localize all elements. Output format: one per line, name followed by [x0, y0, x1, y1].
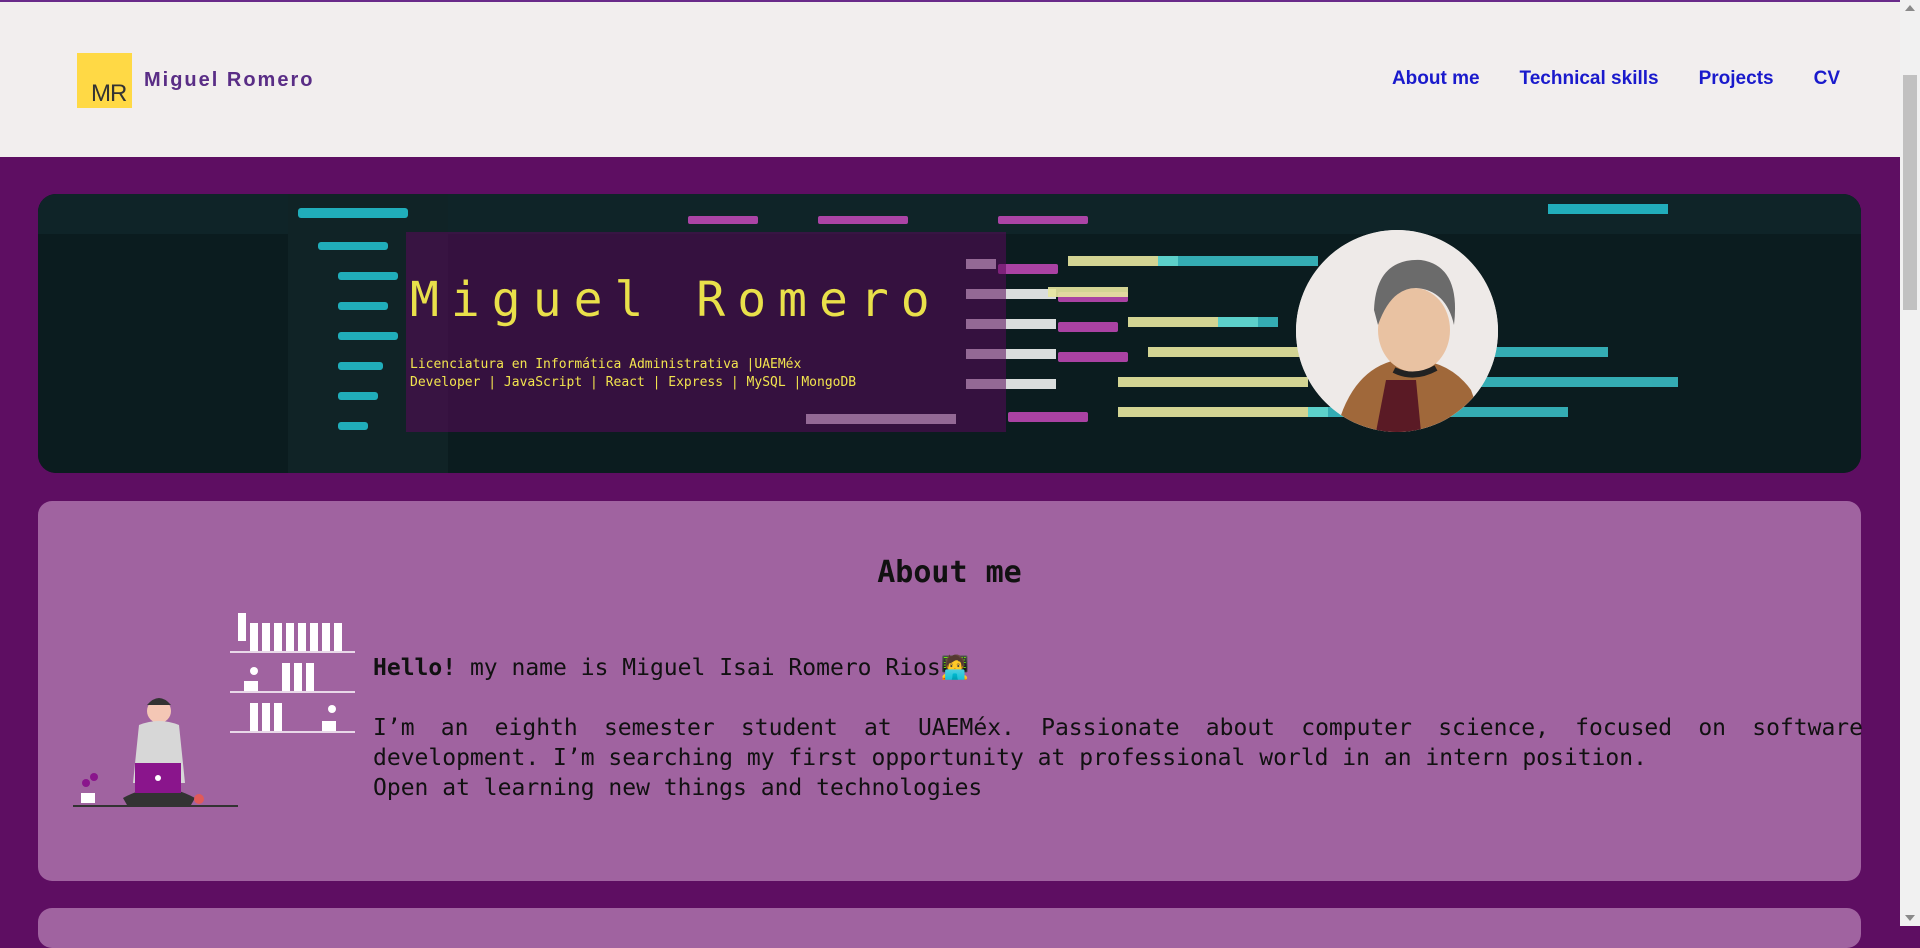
nav-link-cv[interactable]: CV: [1814, 68, 1840, 90]
intro-text: my name is Miguel Isai Romero Rios🧑‍💻: [456, 655, 970, 681]
profile-photo-icon: [1296, 230, 1498, 432]
about-me-title: About me: [877, 555, 1022, 590]
hero-subtitle-line-1: Licenciatura en Informática Administrati…: [410, 357, 802, 372]
intro-line: Hello! my name is Miguel Isai Romero Rio…: [373, 653, 1863, 683]
scroll-up-arrow-icon[interactable]: [1905, 5, 1915, 11]
logo: MR: [77, 53, 132, 108]
about-me-section: About me Hello! my name is Miguel Isai R…: [38, 501, 1863, 881]
logo-text: MR: [91, 80, 127, 107]
scroll-down-arrow-icon[interactable]: [1905, 915, 1915, 921]
about-paragraph: I’m an eighth semester student at UAEMéx…: [373, 715, 1863, 771]
brand[interactable]: MR Miguel Romero: [77, 53, 314, 108]
nav-link-about-me[interactable]: About me: [1392, 68, 1480, 90]
student-laptop-illustration: [73, 613, 246, 807]
hero-banner: Miguel Romero Licenciatura en Informátic…: [38, 194, 1861, 473]
scrollbar-thumb[interactable]: [1903, 75, 1917, 310]
profile-avatar: [1296, 230, 1498, 432]
nav-links: About me Technical skills Projects CV: [1392, 68, 1840, 90]
nav-link-projects[interactable]: Projects: [1699, 68, 1774, 90]
brand-name: Miguel Romero: [144, 69, 315, 91]
hello-text: Hello!: [373, 655, 457, 681]
nav-link-technical-skills[interactable]: Technical skills: [1520, 68, 1659, 90]
next-section-card: [38, 908, 1861, 948]
about-closing: Open at learning new things and technolo…: [373, 775, 983, 801]
hero-subtitle: Licenciatura en Informática Administrati…: [410, 356, 856, 392]
about-me-text: Hello! my name is Miguel Isai Romero Rio…: [373, 653, 1863, 803]
scrollbar[interactable]: [1900, 0, 1920, 926]
bookshelf-illustration: [230, 623, 355, 733]
hero-title-overlay: [406, 232, 1006, 432]
hero-subtitle-line-2: Developer | JavaScript | React | Express…: [410, 375, 857, 390]
hero-title: Miguel Romero: [410, 272, 942, 328]
navbar: MR Miguel Romero About me Technical skil…: [0, 2, 1900, 157]
